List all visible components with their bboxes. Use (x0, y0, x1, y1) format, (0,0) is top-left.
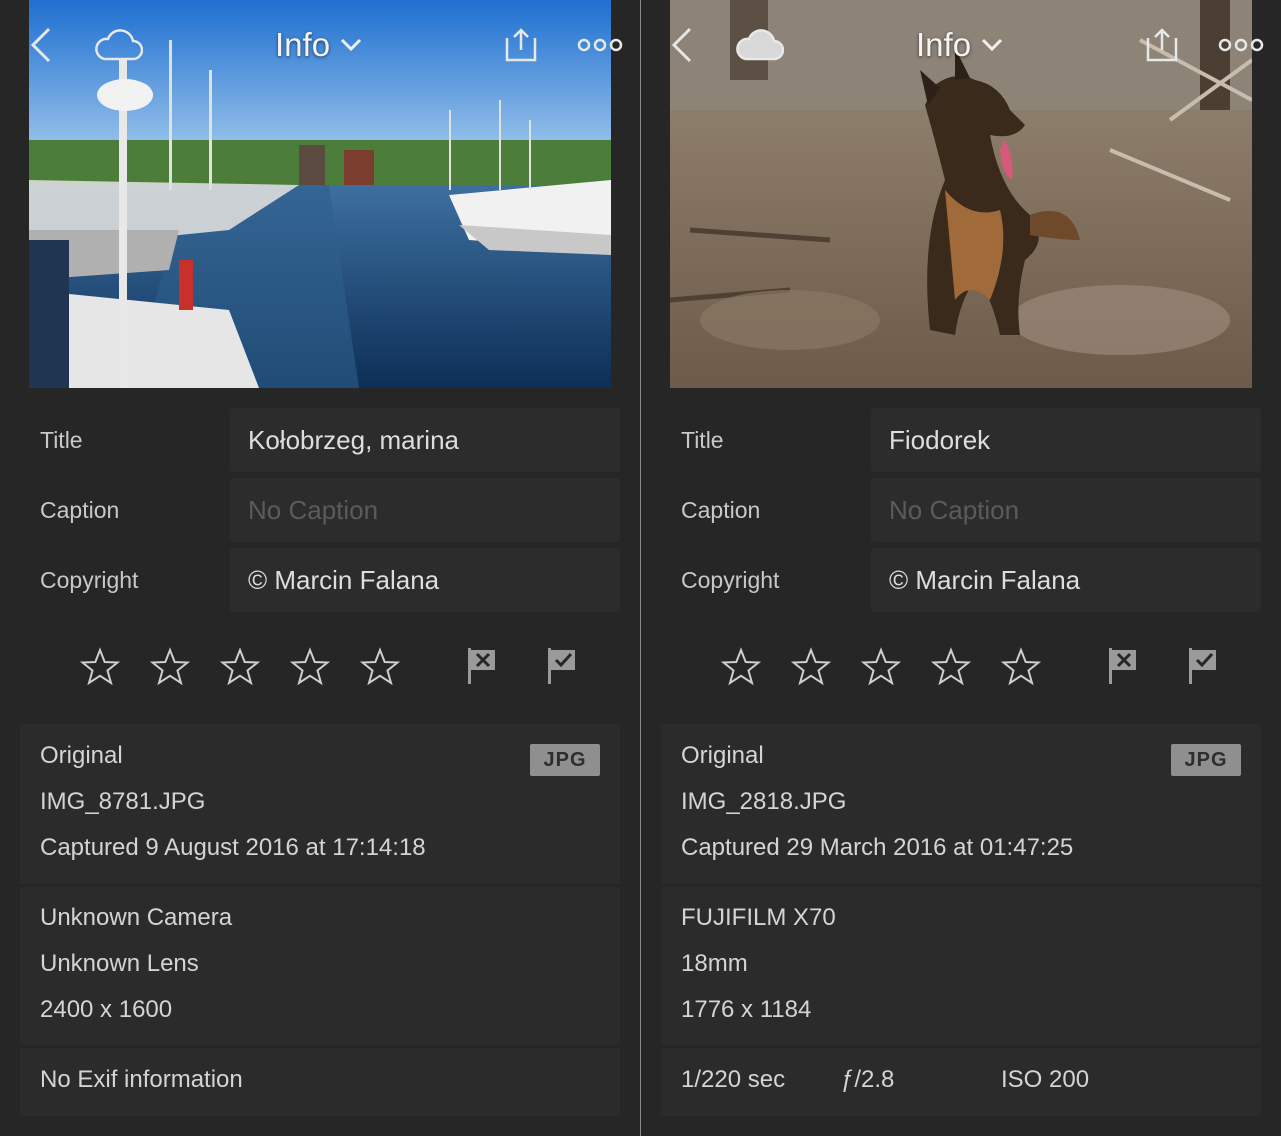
star-1-icon[interactable] (80, 647, 120, 687)
copyright-label: Copyright (40, 567, 139, 593)
star-3-icon[interactable] (220, 647, 260, 687)
dimensions: 1776 x 1184 (681, 996, 812, 1023)
info-dropdown[interactable]: Info (916, 20, 1003, 70)
top-bar: Info (0, 0, 640, 90)
copyright-row: Copyright © Marcin Falana (641, 548, 1281, 612)
title-field[interactable]: Kołobrzeg, marina (230, 408, 620, 472)
filename: IMG_8781.JPG (40, 788, 206, 815)
back-chevron-icon[interactable] (667, 22, 697, 68)
aperture: ƒ/2.8 (841, 1066, 895, 1093)
more-dots-icon[interactable] (1217, 22, 1265, 68)
iso: ISO 200 (1001, 1066, 1090, 1093)
star-2-icon[interactable] (150, 647, 190, 687)
capture-date: Captured 9 August 2016 at 17:14:18 (40, 834, 426, 861)
chevron-down-icon (340, 38, 362, 52)
cloud-icon[interactable] (733, 22, 785, 68)
shutter-speed: 1/220 sec (681, 1066, 786, 1093)
copyright-field[interactable]: © Marcin Falana (871, 548, 1261, 612)
star-4-icon[interactable] (931, 647, 971, 687)
info-panel-right: Info Title Fiodorek Caption No Caption C… (641, 0, 1281, 1136)
original-heading: Original (681, 742, 764, 769)
copyright-label: Copyright (681, 567, 780, 593)
share-icon[interactable] (1141, 22, 1183, 68)
star-3-icon[interactable] (861, 647, 901, 687)
camera-model: Unknown Camera (40, 904, 233, 931)
copyright-row: Copyright © Marcin Falana (0, 548, 640, 612)
header-title: Info (275, 26, 331, 63)
exif-card: No Exif information (20, 1048, 620, 1116)
caption-row: Caption No Caption (641, 478, 1281, 542)
reject-flag-icon[interactable] (1107, 646, 1139, 686)
capture-date: Captured 29 March 2016 at 01:47:25 (681, 834, 1074, 861)
caption-row: Caption No Caption (0, 478, 640, 542)
exif-info: No Exif information (40, 1066, 243, 1093)
photo-area: Info (0, 0, 640, 388)
title-row: Title Kołobrzeg, marina (0, 408, 640, 472)
title-label: Title (40, 427, 83, 453)
title-row: Title Fiodorek (641, 408, 1281, 472)
caption-field[interactable]: No Caption (871, 478, 1261, 542)
share-icon[interactable] (500, 22, 542, 68)
info-dropdown[interactable]: Info (275, 20, 362, 70)
title-label: Title (681, 427, 724, 453)
star-2-icon[interactable] (791, 647, 831, 687)
camera-model: FUJIFILM X70 (681, 904, 836, 931)
caption-field[interactable]: No Caption (230, 478, 620, 542)
caption-label: Caption (40, 497, 120, 523)
back-chevron-icon[interactable] (26, 22, 56, 68)
star-5-icon[interactable] (360, 647, 400, 687)
title-field[interactable]: Fiodorek (871, 408, 1261, 472)
top-bar: Info (641, 0, 1281, 90)
chevron-down-icon (981, 38, 1003, 52)
star-rating (641, 632, 1281, 702)
header-title: Info (916, 26, 972, 63)
pick-flag-icon[interactable] (546, 646, 578, 686)
caption-label: Caption (681, 497, 761, 523)
camera-card: FUJIFILM X70 18mm 1776 x 1184 (661, 887, 1261, 1045)
more-dots-icon[interactable] (576, 22, 624, 68)
lens: 18mm (681, 950, 748, 977)
photo-area: Info (641, 0, 1281, 388)
star-4-icon[interactable] (290, 647, 330, 687)
camera-card: Unknown Camera Unknown Lens 2400 x 1600 (20, 887, 620, 1045)
cloud-icon[interactable] (92, 22, 144, 68)
exif-card: 1/220 sec ƒ/2.8 ISO 200 (661, 1048, 1261, 1116)
dimensions: 2400 x 1600 (40, 996, 173, 1023)
format-badge: JPG (530, 744, 600, 776)
original-card: Original IMG_8781.JPG Captured 9 August … (20, 724, 620, 884)
copyright-field[interactable]: © Marcin Falana (230, 548, 620, 612)
star-5-icon[interactable] (1001, 647, 1041, 687)
pick-flag-icon[interactable] (1187, 646, 1219, 686)
original-card: Original IMG_2818.JPG Captured 29 March … (661, 724, 1261, 884)
info-panel-left: Info Title Kołobrzeg, marina Caption No … (0, 0, 640, 1136)
reject-flag-icon[interactable] (466, 646, 498, 686)
star-1-icon[interactable] (721, 647, 761, 687)
format-badge: JPG (1171, 744, 1241, 776)
lens: Unknown Lens (40, 950, 199, 977)
original-heading: Original (40, 742, 123, 769)
star-rating (0, 632, 640, 702)
filename: IMG_2818.JPG (681, 788, 847, 815)
